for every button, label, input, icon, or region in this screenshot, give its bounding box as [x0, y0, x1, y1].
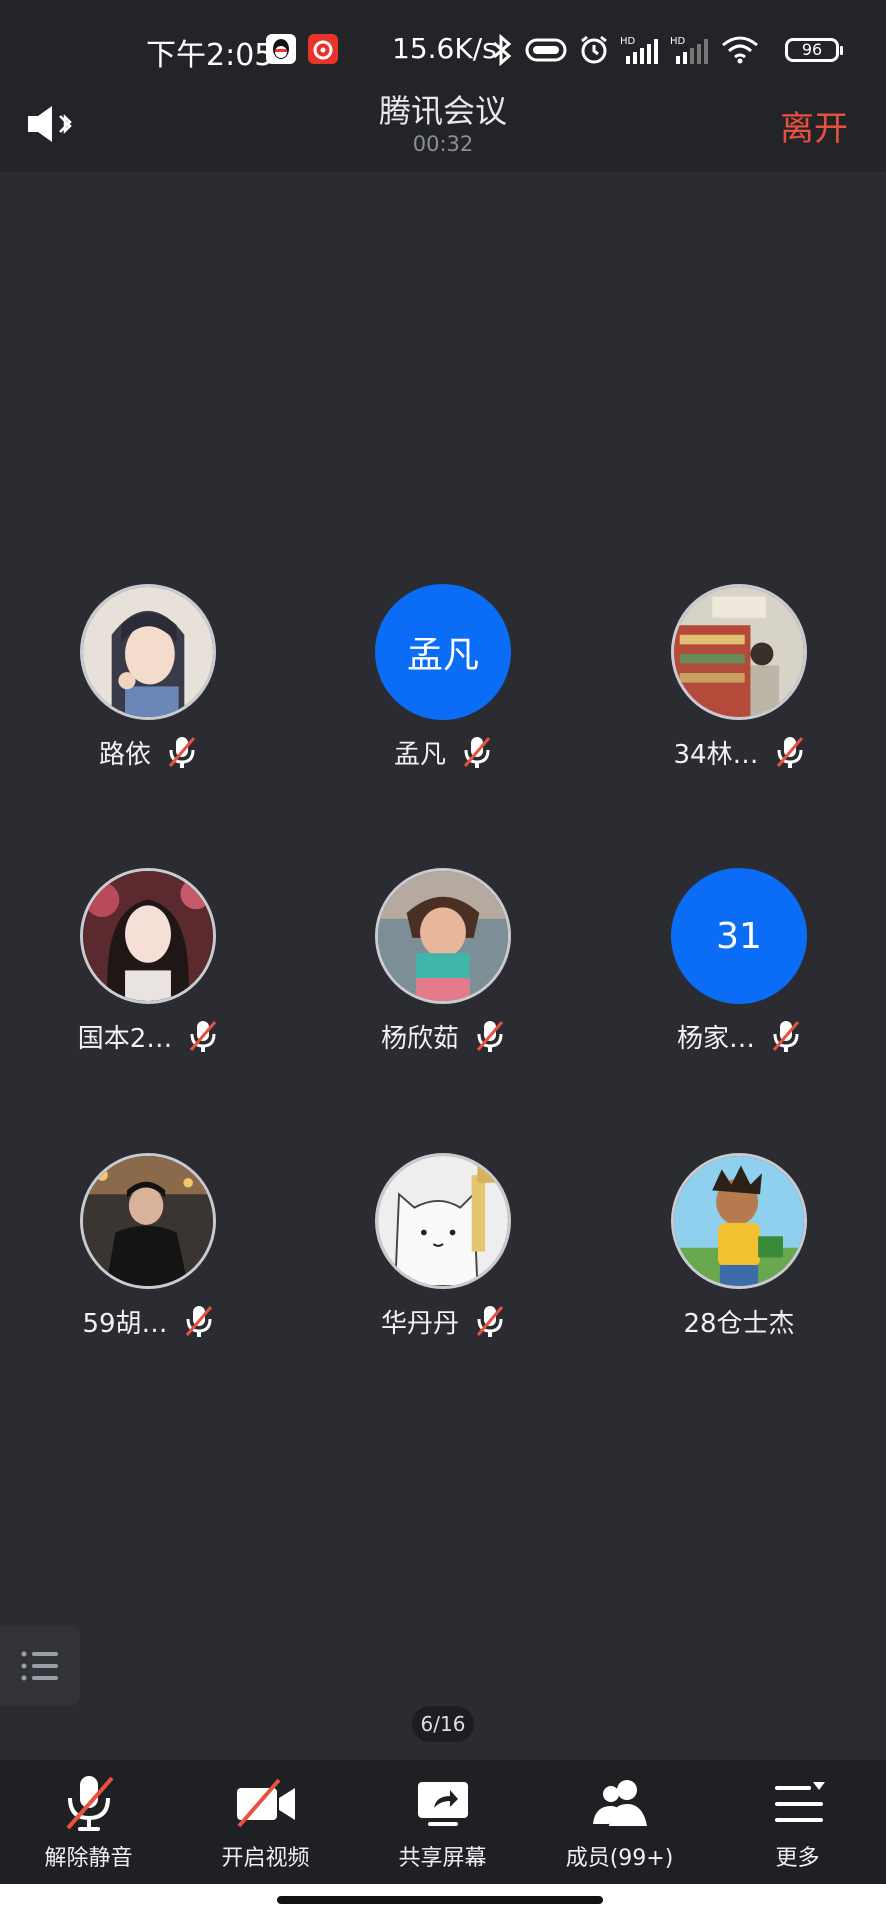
participant-tile[interactable]: 华丹丹 — [295, 1153, 591, 1373]
participant-name: 国本2… — [77, 1023, 173, 1054]
avatar: 31 — [671, 868, 807, 1004]
participant-tile[interactable]: 31 杨家… — [591, 868, 886, 1088]
mic-muted-icon — [463, 737, 491, 768]
toolbar-label: 共享屏幕 — [398, 1846, 487, 1871]
mic-muted-icon — [65, 1776, 114, 1831]
avatar — [80, 868, 216, 1004]
mic-muted-icon — [190, 1021, 217, 1052]
participant-name: 杨欣茹 — [380, 1023, 459, 1054]
participant-tile[interactable]: 杨欣茹 — [295, 868, 591, 1088]
participant-name-row: 28仓士杰 — [591, 1301, 886, 1341]
home-indicator[interactable] — [277, 1896, 603, 1904]
participant-tile[interactable]: 路依 — [0, 584, 296, 804]
video-off-icon — [236, 1778, 295, 1828]
share-screen-button[interactable]: 共享屏幕 — [354, 1760, 531, 1884]
participant-tile[interactable]: 34林… — [591, 584, 886, 804]
toolbar-label: 成员(99+) — [565, 1846, 674, 1871]
avatar — [671, 1153, 807, 1289]
participant-name-row: 国本2… — [0, 1016, 296, 1056]
mic-muted-icon — [772, 1021, 800, 1052]
toolbar-label: 更多 — [775, 1846, 820, 1871]
page-indicator: 6/16 — [412, 1706, 474, 1742]
participant-tile[interactable]: 孟凡 孟凡 — [295, 584, 591, 804]
participant-name: 34林… — [673, 739, 759, 770]
avatar — [375, 868, 511, 1004]
participant-name-row: 杨欣茹 — [295, 1016, 591, 1056]
participant-name: 28仓士杰 — [683, 1308, 795, 1339]
mic-muted-icon — [168, 737, 196, 768]
participant-name: 杨家… — [676, 1023, 755, 1054]
start-video-button[interactable]: 开启视频 — [177, 1760, 354, 1884]
mic-muted-icon — [476, 1306, 504, 1337]
participant-tile[interactable]: 国本2… — [0, 868, 296, 1088]
participant-name-row: 59胡… — [0, 1301, 296, 1341]
avatar — [80, 1153, 216, 1289]
participant-tile[interactable]: 28仓士杰 — [591, 1153, 886, 1373]
participant-name-row: 华丹丹 — [295, 1301, 591, 1341]
more-icon — [774, 1782, 825, 1822]
toolbar-label: 开启视频 — [221, 1846, 310, 1871]
participant-grid: 路依 孟凡 孟凡 34林… 国本2… 杨欣茹 31 杨家… 59胡… 华丹丹 2… — [0, 0, 886, 1400]
participant-tile[interactable]: 59胡… — [0, 1153, 296, 1373]
avatar — [671, 584, 807, 720]
participant-name-row: 杨家… — [591, 1016, 886, 1056]
participant-name-row: 孟凡 — [295, 732, 591, 772]
participant-name-row: 34林… — [591, 732, 886, 772]
toolbar-label: 解除静音 — [44, 1846, 133, 1871]
share-screen-icon — [417, 1782, 468, 1826]
participant-name: 孟凡 — [393, 739, 446, 770]
participant-name: 华丹丹 — [380, 1308, 459, 1339]
participant-name: 路依 — [98, 739, 151, 770]
avatar — [375, 1153, 511, 1289]
unmute-button[interactable]: 解除静音 — [0, 1760, 177, 1884]
mic-muted-icon — [185, 1306, 212, 1337]
members-button[interactable]: 成员(99+) — [531, 1760, 708, 1884]
avatar: 孟凡 — [375, 584, 511, 720]
mic-muted-icon — [476, 1021, 504, 1052]
avatar — [80, 584, 216, 720]
participant-name-row: 路依 — [0, 732, 296, 772]
participant-name: 59胡… — [82, 1308, 168, 1339]
list-icon — [21, 1651, 58, 1681]
bottom-toolbar: 解除静音 开启视频 共享屏幕 成员(99+) 更多 — [0, 1760, 886, 1884]
members-icon — [592, 1780, 647, 1826]
list-toggle-button[interactable] — [0, 1626, 80, 1706]
more-button[interactable]: 更多 — [709, 1760, 886, 1884]
mic-muted-icon — [776, 737, 803, 768]
